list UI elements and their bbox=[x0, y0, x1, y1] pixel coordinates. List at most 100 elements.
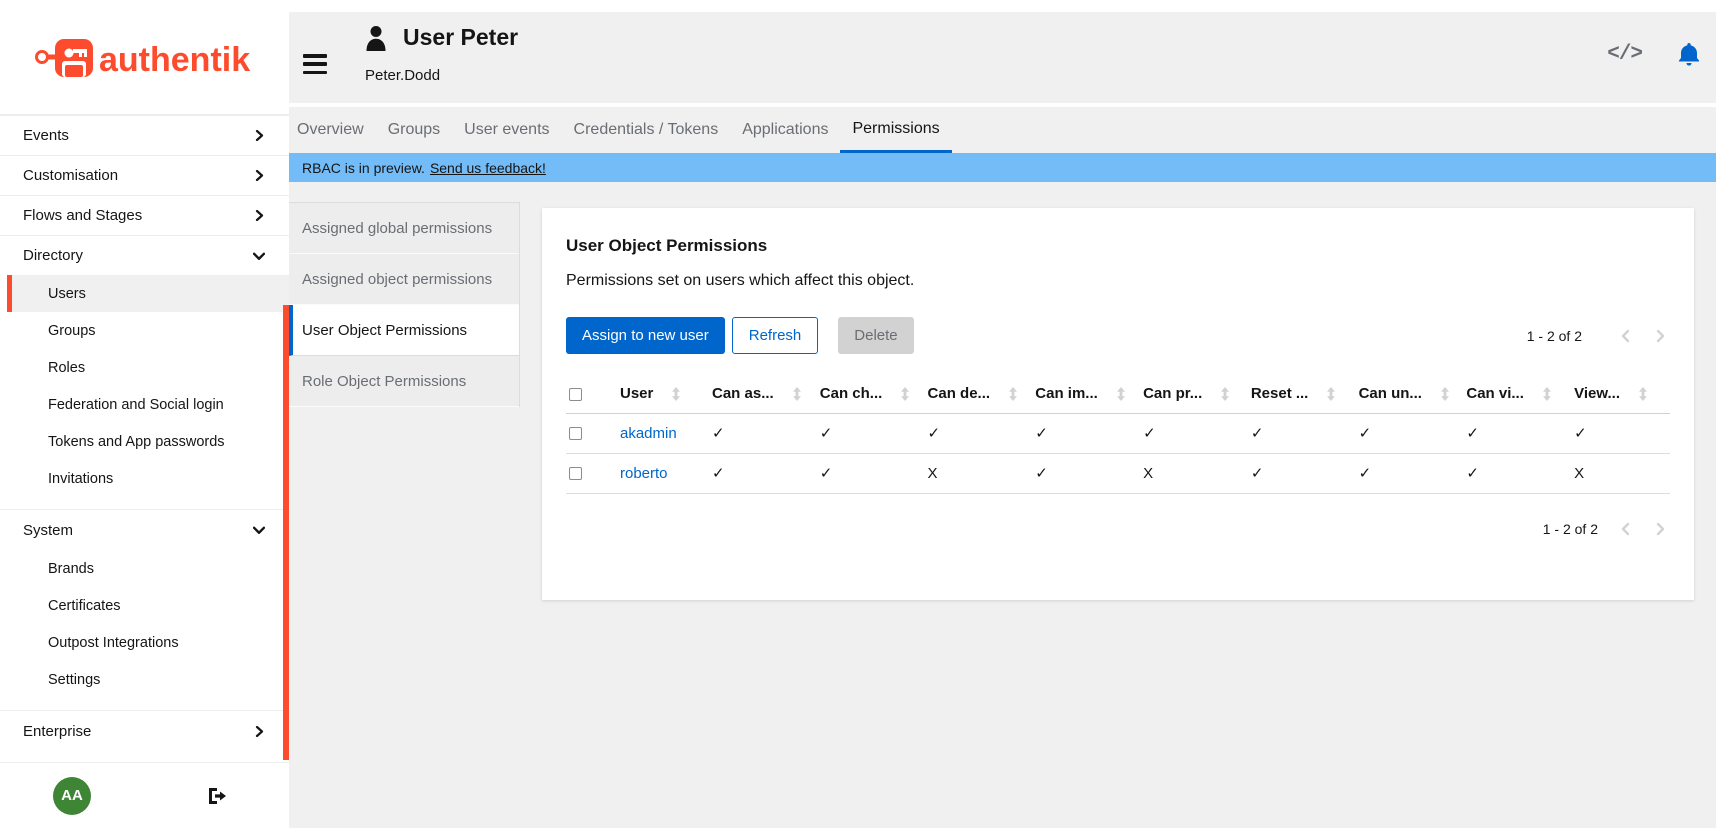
tab-permissions[interactable]: Permissions bbox=[840, 107, 951, 153]
column-header[interactable]: Can as... bbox=[712, 385, 774, 402]
sort-icon[interactable] bbox=[1008, 387, 1018, 401]
sort-icon[interactable] bbox=[1326, 387, 1336, 401]
sidebar-item-groups[interactable]: Groups bbox=[0, 312, 289, 349]
page-header: User Peter Peter.Dodd </> bbox=[289, 12, 1716, 103]
sidebar-user-row: AA bbox=[0, 762, 289, 828]
sidebar-item-directory[interactable]: Directory bbox=[0, 235, 289, 275]
sidebar-scrollbar[interactable] bbox=[283, 305, 289, 760]
sort-icon[interactable] bbox=[1116, 387, 1126, 401]
permission-subtabs: Assigned global permissions Assigned obj… bbox=[289, 202, 520, 407]
row-checkbox[interactable] bbox=[569, 427, 582, 440]
next-page-icon[interactable] bbox=[1652, 327, 1670, 345]
column-header[interactable]: Can un... bbox=[1359, 385, 1422, 402]
subtab-assigned-object-permissions[interactable]: Assigned object permissions bbox=[289, 254, 519, 305]
column-header[interactable]: Can pr... bbox=[1143, 385, 1202, 402]
brand-logo[interactable]: authentik bbox=[0, 0, 289, 115]
perm-mark: ✓ bbox=[1454, 453, 1562, 493]
tab-overview[interactable]: Overview bbox=[289, 107, 376, 153]
bell-icon[interactable] bbox=[1678, 42, 1700, 66]
page-subtitle: Peter.Dodd bbox=[365, 67, 440, 84]
sidebar-item-brands[interactable]: Brands bbox=[0, 550, 289, 587]
sidebar-item-system[interactable]: System bbox=[0, 510, 289, 550]
sidebar-item-label: Brands bbox=[48, 561, 94, 577]
permissions-table: User Can as... Can ch... Can de... Can i… bbox=[566, 375, 1670, 494]
subtab-assigned-global-permissions[interactable]: Assigned global permissions bbox=[289, 203, 519, 254]
toolbar: Assign to new user Refresh Delete 1 - 2 … bbox=[566, 317, 1670, 354]
column-header[interactable]: Can ch... bbox=[820, 385, 883, 402]
sidebar-item-certificates[interactable]: Certificates bbox=[0, 587, 289, 624]
tab-groups[interactable]: Groups bbox=[376, 107, 452, 153]
sidebar-item-label: Users bbox=[48, 286, 86, 302]
delete-button[interactable]: Delete bbox=[838, 317, 913, 354]
chevron-right-icon bbox=[254, 726, 265, 737]
sort-icon[interactable] bbox=[1638, 387, 1648, 401]
perm-mark: ✓ bbox=[1131, 413, 1239, 453]
page-tabs: Overview Groups User events Credentials … bbox=[289, 107, 1716, 153]
perm-mark: ✓ bbox=[1562, 413, 1670, 453]
perm-mark: X bbox=[916, 453, 1024, 493]
sidebar-item-label: Groups bbox=[48, 323, 96, 339]
pagination-top: 1 - 2 of 2 bbox=[1527, 327, 1670, 345]
sidebar-item-invitations[interactable]: Invitations bbox=[0, 460, 289, 497]
card-title: User Object Permissions bbox=[566, 236, 1670, 256]
sort-icon[interactable] bbox=[671, 387, 681, 401]
user-link[interactable]: roberto bbox=[620, 465, 668, 482]
sidebar-item-enterprise[interactable]: Enterprise bbox=[0, 711, 289, 751]
code-icon[interactable]: </> bbox=[1607, 43, 1642, 66]
sidebar-item-label: Invitations bbox=[48, 471, 113, 487]
sidebar-item-outpost-integrations[interactable]: Outpost Integrations bbox=[0, 624, 289, 661]
sidebar-item-users[interactable]: Users bbox=[7, 275, 289, 312]
sidebar-item-events[interactable]: Events bbox=[0, 115, 289, 155]
sidebar-item-label: Certificates bbox=[48, 598, 121, 614]
sidebar-item-federation[interactable]: Federation and Social login bbox=[0, 386, 289, 423]
sidebar-item-settings[interactable]: Settings bbox=[0, 661, 289, 698]
perm-mark: ✓ bbox=[1454, 413, 1562, 453]
chevron-right-icon bbox=[254, 210, 265, 221]
perm-mark: ✓ bbox=[1023, 413, 1131, 453]
previous-page-icon[interactable] bbox=[1616, 520, 1634, 538]
sidebar-item-label: Tokens and App passwords bbox=[48, 434, 225, 450]
user-link[interactable]: akadmin bbox=[620, 425, 677, 442]
perm-mark: ✓ bbox=[700, 413, 808, 453]
subtab-role-object-permissions[interactable]: Role Object Permissions bbox=[289, 356, 519, 407]
sidebar-item-roles[interactable]: Roles bbox=[0, 349, 289, 386]
row-checkbox[interactable] bbox=[569, 467, 582, 480]
sidebar-item-label: Roles bbox=[48, 360, 85, 376]
sidebar-item-label: Flows and Stages bbox=[23, 207, 142, 224]
column-header[interactable]: Can vi... bbox=[1466, 385, 1524, 402]
pagination-range: 1 - 2 of 2 bbox=[1543, 521, 1598, 537]
pagination-range: 1 - 2 of 2 bbox=[1527, 328, 1582, 344]
sort-icon[interactable] bbox=[792, 387, 802, 401]
perm-mark: ✓ bbox=[700, 453, 808, 493]
perm-mark: ✓ bbox=[808, 413, 916, 453]
sort-icon[interactable] bbox=[1542, 387, 1552, 401]
sort-icon[interactable] bbox=[900, 387, 910, 401]
sidebar-item-customisation[interactable]: Customisation bbox=[0, 155, 289, 195]
feedback-link[interactable]: Send us feedback! bbox=[430, 160, 546, 176]
refresh-button[interactable]: Refresh bbox=[732, 317, 819, 354]
next-page-icon[interactable] bbox=[1652, 520, 1670, 538]
perm-mark: ✓ bbox=[1239, 453, 1347, 493]
tab-credentials-tokens[interactable]: Credentials / Tokens bbox=[562, 107, 731, 153]
chevron-right-icon bbox=[254, 170, 265, 181]
subtab-user-object-permissions[interactable]: User Object Permissions bbox=[289, 305, 519, 356]
card-description: Permissions set on users which affect th… bbox=[566, 272, 1670, 290]
avatar[interactable]: AA bbox=[53, 777, 91, 815]
logout-icon[interactable] bbox=[207, 787, 227, 805]
tab-user-events[interactable]: User events bbox=[452, 107, 561, 153]
sort-icon[interactable] bbox=[1220, 387, 1230, 401]
column-header[interactable]: User bbox=[620, 385, 653, 402]
sidebar-item-flows-and-stages[interactable]: Flows and Stages bbox=[0, 195, 289, 235]
column-header[interactable]: View... bbox=[1574, 385, 1620, 402]
column-header[interactable]: Reset ... bbox=[1251, 385, 1309, 402]
select-all-checkbox[interactable] bbox=[569, 388, 582, 401]
menu-icon[interactable] bbox=[303, 54, 327, 74]
sidebar-item-tokens[interactable]: Tokens and App passwords bbox=[0, 423, 289, 460]
column-header[interactable]: Can de... bbox=[928, 385, 991, 402]
column-header[interactable]: Can im... bbox=[1035, 385, 1098, 402]
previous-page-icon[interactable] bbox=[1616, 327, 1634, 345]
svg-text:authentik: authentik bbox=[99, 41, 250, 79]
sort-icon[interactable] bbox=[1440, 387, 1450, 401]
assign-to-new-user-button[interactable]: Assign to new user bbox=[566, 317, 725, 354]
tab-applications[interactable]: Applications bbox=[730, 107, 840, 153]
